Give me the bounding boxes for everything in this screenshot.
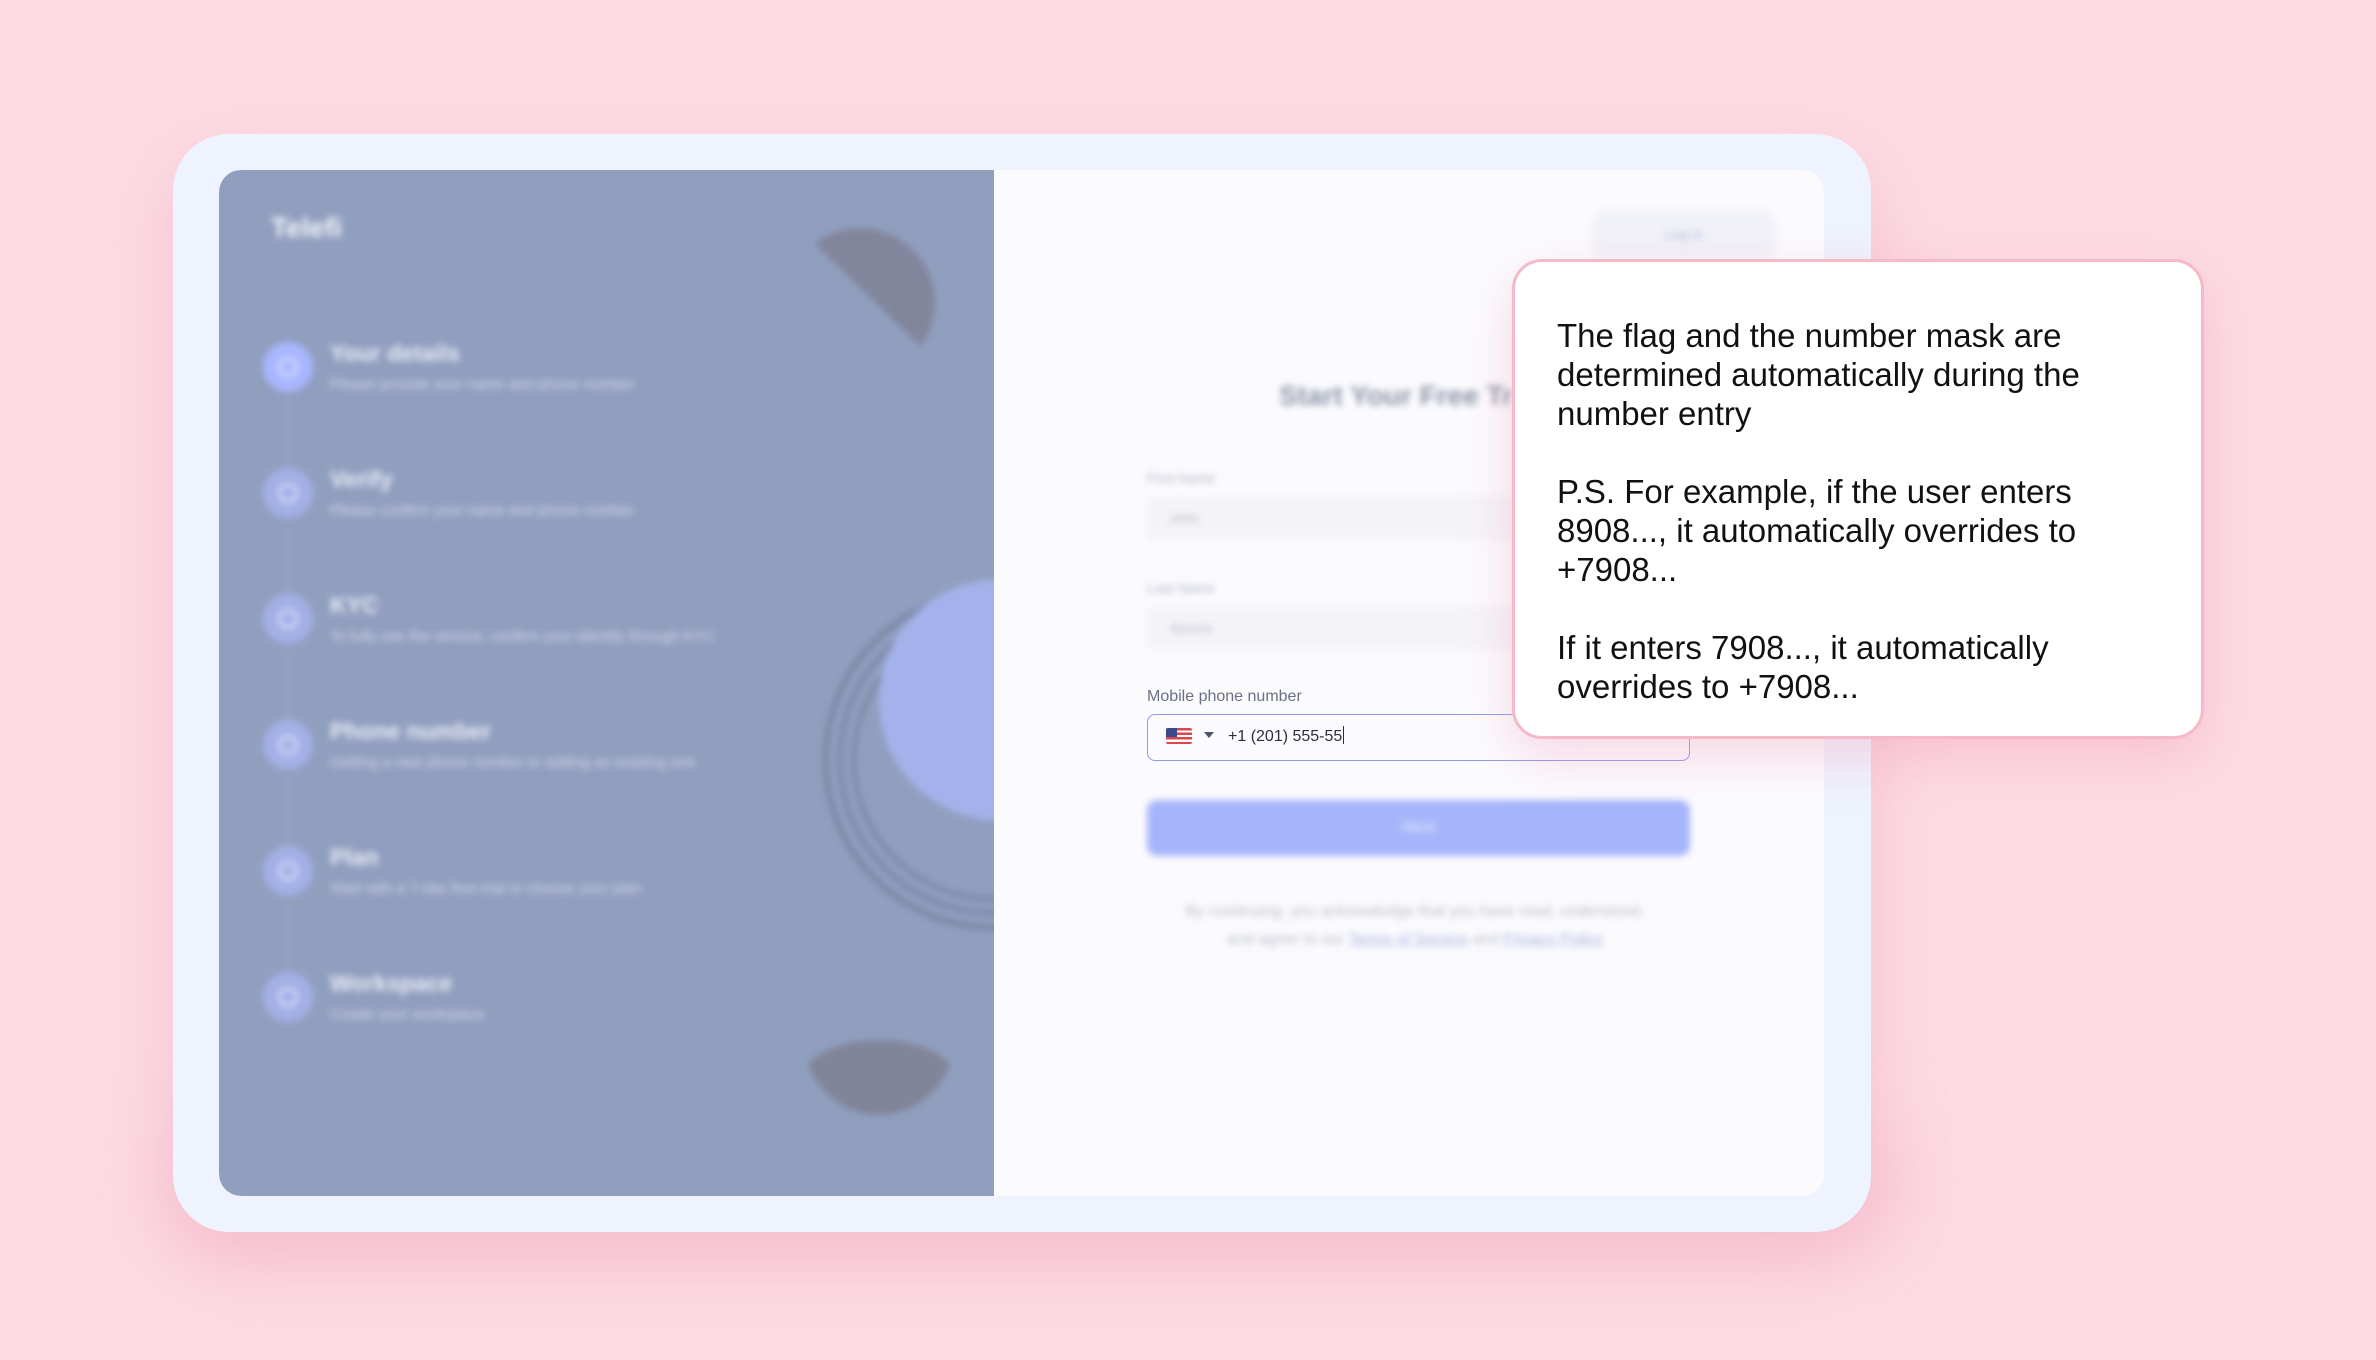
callout-paragraph-2: P.S. For example, if the user enters 890…: [1557, 473, 2077, 588]
legal-line-2: and agree to our Terms of Service and Pr…: [1227, 931, 1603, 948]
privacy-link[interactable]: Privacy Policy: [1503, 931, 1603, 948]
phone-label: Mobile phone number: [1147, 688, 1302, 705]
legal-text: By continuing, you acknowledge that you …: [1130, 898, 1700, 954]
terms-link[interactable]: Terms of Service: [1349, 931, 1468, 948]
next-button[interactable]: Next: [1147, 800, 1690, 856]
phone-value: +1 (201) 555-55: [1228, 726, 1345, 745]
legal-line-1: By continuing, you acknowledge that you …: [1185, 903, 1645, 920]
chevron-down-icon[interactable]: [1204, 732, 1214, 738]
text-cursor: [1343, 726, 1345, 744]
callout-paragraph-1: The flag and the number mask are determi…: [1557, 317, 2080, 432]
us-flag-icon[interactable]: [1166, 728, 1192, 744]
callout-paragraph-3: If it enters 7908..., it automatically o…: [1557, 629, 2049, 705]
annotation-callout: The flag and the number mask are determi…: [1512, 259, 2204, 739]
